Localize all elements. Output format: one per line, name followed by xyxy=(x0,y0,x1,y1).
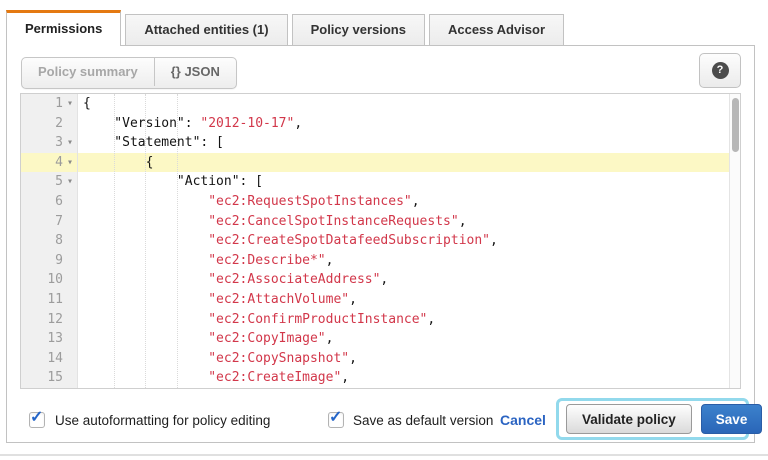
autoformat-label: Use autoformatting for policy editing xyxy=(55,413,270,429)
tab-permissions[interactable]: Permissions xyxy=(6,10,121,46)
gutter-cell: 12 xyxy=(21,310,78,330)
gutter-cell: 8 xyxy=(21,231,78,251)
gutter-cell: 11 xyxy=(21,290,78,310)
policy-summary-button[interactable]: Policy summary xyxy=(22,58,155,86)
gutter-cell: 4▾ xyxy=(21,153,78,173)
fold-arrow-icon[interactable]: ▾ xyxy=(63,133,77,153)
save-button[interactable]: Save xyxy=(701,404,763,434)
code-line-2: 2 "Version": "2012-10-17", xyxy=(21,114,740,134)
gutter-cell: 6 xyxy=(21,192,78,212)
code-text: "ec2:RequestSpotInstances", xyxy=(78,192,740,212)
default-version-checkbox[interactable]: ✓ xyxy=(328,412,344,428)
code-line-7: 7 "ec2:CancelSpotInstanceRequests", xyxy=(21,212,740,232)
question-mark-icon: ? xyxy=(712,62,729,79)
code-line-8: 8 "ec2:CreateSpotDatafeedSubscription", xyxy=(21,231,740,251)
tab-bar: PermissionsAttached entities (1)Policy v… xyxy=(6,10,564,46)
gutter-cell: 7 xyxy=(21,212,78,232)
validate-policy-button[interactable]: Validate policy xyxy=(566,404,692,434)
primary-actions-focus-ring: Validate policy Save xyxy=(556,398,749,440)
gutter-cell: 10 xyxy=(21,270,78,290)
code-text: { xyxy=(78,94,740,114)
cancel-link[interactable]: Cancel xyxy=(500,412,546,428)
gutter-cell: 1▾ xyxy=(21,94,78,114)
policy-view-toggle: Policy summary {} JSON xyxy=(21,57,237,89)
code-text: "ec2:AttachVolume", xyxy=(78,290,740,310)
code-line-9: 9 "ec2:Describe*", xyxy=(21,251,740,271)
fold-arrow-icon[interactable]: ▾ xyxy=(63,153,77,173)
gutter-cell: 3▾ xyxy=(21,133,78,153)
code-line-13: 13 "ec2:CopyImage", xyxy=(21,329,740,349)
code-text: "Statement": [ xyxy=(78,133,740,153)
editor-rows: 1▾{2 "Version": "2012-10-17",3▾ "Stateme… xyxy=(21,94,740,388)
scrollbar-thumb[interactable] xyxy=(732,98,739,152)
tab-access-advisor[interactable]: Access Advisor xyxy=(429,14,564,46)
code-text: { xyxy=(78,153,740,173)
code-line-4: 4▾ { xyxy=(21,153,740,173)
code-line-3: 3▾ "Statement": [ xyxy=(21,133,740,153)
code-line-14: 14 "ec2:CopySnapshot", xyxy=(21,349,740,369)
code-text: "Action": [ xyxy=(78,172,740,192)
gutter-cell: 14 xyxy=(21,349,78,369)
gutter-cell: 13 xyxy=(21,329,78,349)
code-line-12: 12 "ec2:ConfirmProductInstance", xyxy=(21,310,740,330)
bottom-divider xyxy=(0,454,768,456)
code-line-10: 10 "ec2:AssociateAddress", xyxy=(21,270,740,290)
gutter-cell: 5▾ xyxy=(21,172,78,192)
code-line-6: 6 "ec2:RequestSpotInstances", xyxy=(21,192,740,212)
code-text: "ec2:Describe*", xyxy=(78,251,740,271)
code-line-15: 15 "ec2:CreateImage", xyxy=(21,368,740,388)
gutter-cell: 9 xyxy=(21,251,78,271)
code-text: "Version": "2012-10-17", xyxy=(78,114,740,134)
code-line-1: 1▾{ xyxy=(21,94,740,114)
code-text: "ec2:CreateSpotDatafeedSubscription", xyxy=(78,231,740,251)
code-text: "ec2:CreateImage", xyxy=(78,368,740,388)
default-version-label: Save as default version xyxy=(353,413,493,429)
code-line-11: 11 "ec2:AttachVolume", xyxy=(21,290,740,310)
gutter-cell: 2 xyxy=(21,114,78,134)
tab-policy-versions[interactable]: Policy versions xyxy=(292,14,425,46)
code-text: "ec2:CancelSpotInstanceRequests", xyxy=(78,212,740,232)
gutter-cell: 15 xyxy=(21,368,78,388)
autoformat-checkbox[interactable]: ✓ xyxy=(29,412,45,428)
help-button[interactable]: ? xyxy=(699,53,741,88)
editor-scrollbar[interactable] xyxy=(729,94,740,388)
policy-json-editor[interactable]: 1▾{2 "Version": "2012-10-17",3▾ "Stateme… xyxy=(20,93,741,389)
fold-arrow-icon[interactable]: ▾ xyxy=(63,94,77,114)
code-line-5: 5▾ "Action": [ xyxy=(21,172,740,192)
json-button[interactable]: {} JSON xyxy=(155,58,236,86)
code-text: "ec2:AssociateAddress", xyxy=(78,270,740,290)
code-text: "ec2:CopyImage", xyxy=(78,329,740,349)
tab-attached-entities[interactable]: Attached entities (1) xyxy=(125,14,287,46)
permissions-panel: Policy summary {} JSON ? 1▾{2 "Version":… xyxy=(6,45,755,443)
fold-arrow-icon[interactable]: ▾ xyxy=(63,172,77,192)
checkmark-icon: ✓ xyxy=(30,407,43,427)
checkmark-icon: ✓ xyxy=(329,407,342,427)
code-text: "ec2:ConfirmProductInstance", xyxy=(78,310,740,330)
code-text: "ec2:CopySnapshot", xyxy=(78,349,740,369)
